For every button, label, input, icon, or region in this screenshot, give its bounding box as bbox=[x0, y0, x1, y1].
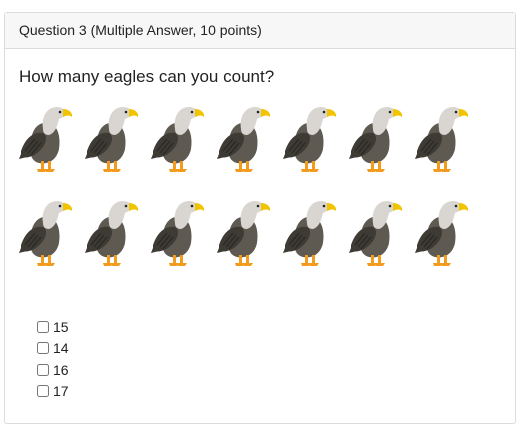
question-card: Question 3 (Multiple Answer, 10 points) … bbox=[4, 12, 516, 424]
eagle-icon bbox=[19, 201, 73, 266]
question-prompt: How many eagles can you count? bbox=[19, 67, 275, 86]
eagle-icon bbox=[217, 107, 271, 172]
answer-checkbox-3[interactable] bbox=[37, 363, 49, 376]
question-header: Question 3 (Multiple Answer, 10 points) bbox=[5, 13, 515, 49]
eagle-icon bbox=[283, 201, 337, 266]
answer-option-3[interactable]: 16 bbox=[37, 359, 69, 381]
eagle-icon bbox=[415, 201, 469, 266]
eagle-icon bbox=[85, 201, 139, 266]
eagle-row-2 bbox=[17, 193, 469, 269]
answer-checkbox-2[interactable] bbox=[37, 342, 49, 355]
answer-option-2[interactable]: 14 bbox=[37, 338, 69, 360]
eagle-icon bbox=[151, 201, 205, 266]
answer-option-1[interactable]: 15 bbox=[37, 316, 69, 338]
answer-label-2: 14 bbox=[53, 340, 69, 357]
eagle-icon bbox=[349, 107, 403, 172]
eagle-icon bbox=[415, 107, 469, 172]
eagle-icon bbox=[151, 107, 205, 172]
eagle-icon bbox=[19, 107, 73, 172]
eagle-icon bbox=[217, 201, 271, 266]
answer-label-4: 17 bbox=[53, 383, 69, 400]
eagle-icon bbox=[85, 107, 139, 172]
answer-checkbox-1[interactable] bbox=[37, 320, 49, 333]
answer-option-4[interactable]: 17 bbox=[37, 381, 69, 403]
eagle-icon bbox=[283, 107, 337, 172]
answer-label-3: 16 bbox=[53, 361, 69, 378]
answer-label-1: 15 bbox=[53, 318, 69, 335]
answer-checkbox-4[interactable] bbox=[37, 385, 49, 398]
eagle-icon bbox=[349, 201, 403, 266]
answer-options: 15 14 16 17 bbox=[37, 316, 69, 402]
eagle-row-1 bbox=[17, 99, 469, 175]
